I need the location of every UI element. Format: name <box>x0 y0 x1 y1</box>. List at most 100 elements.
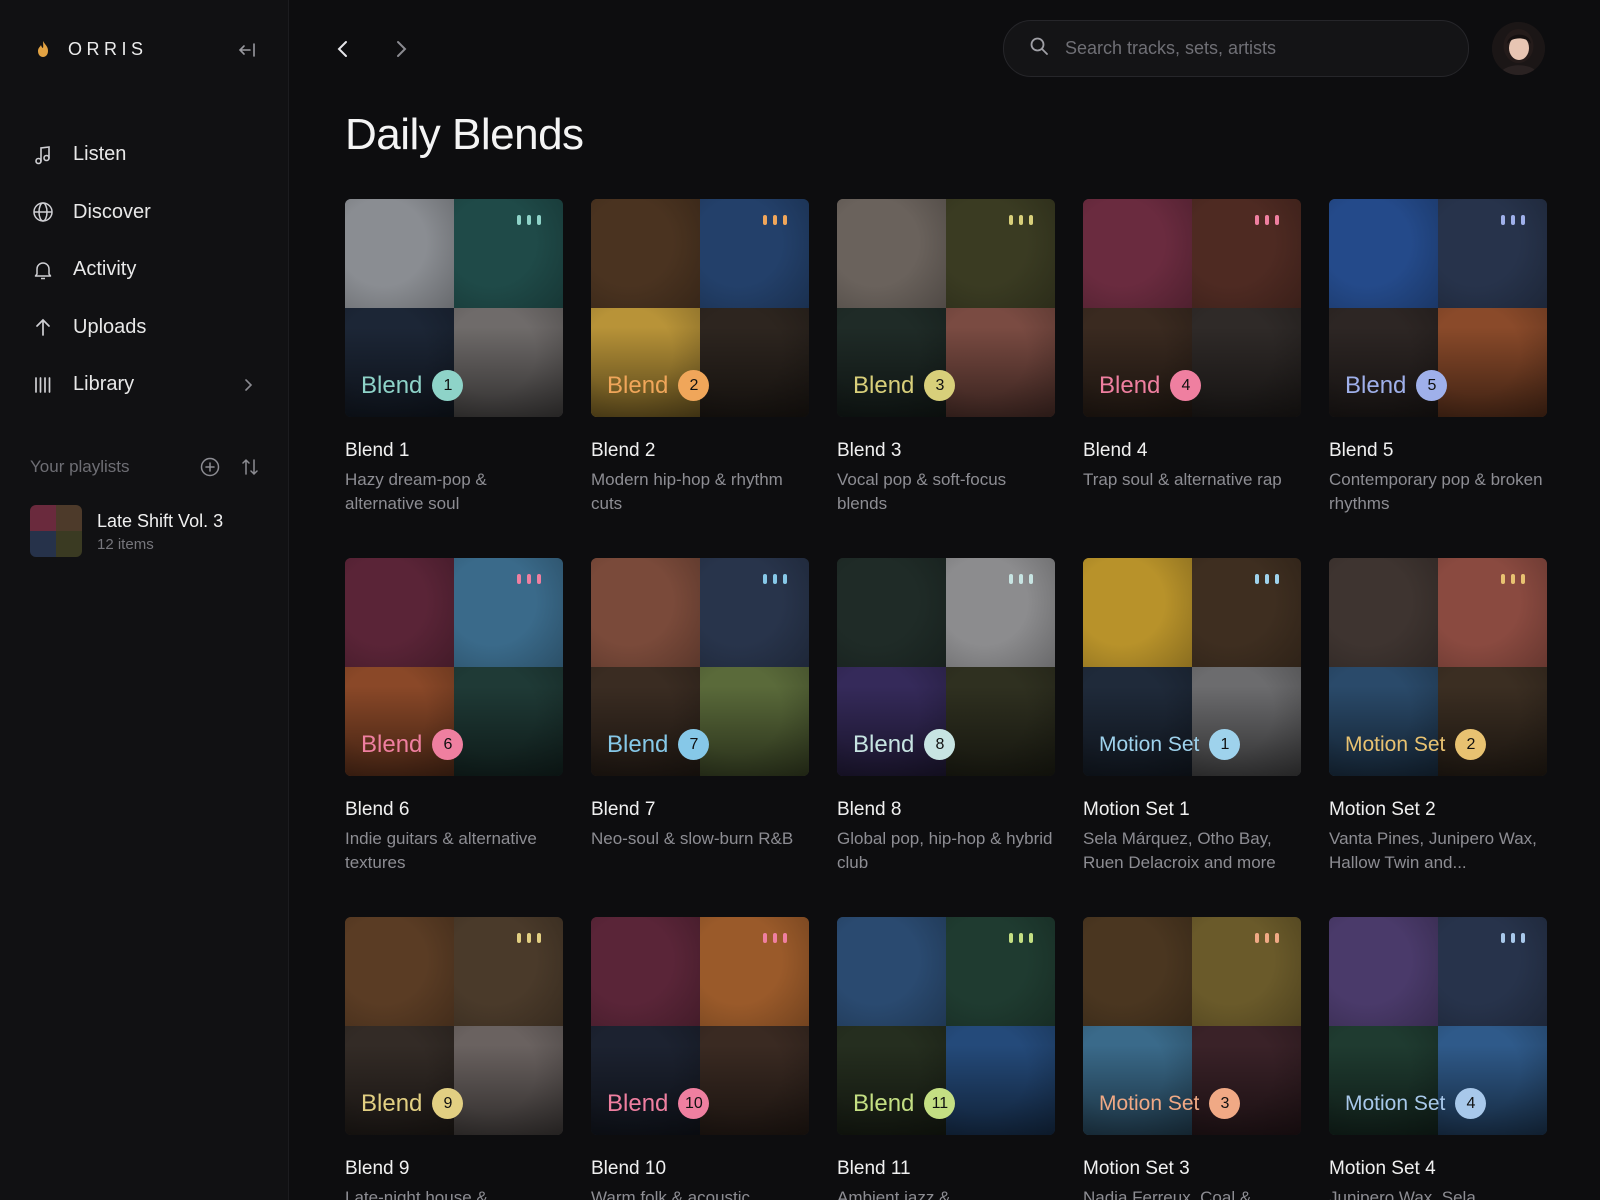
cover-art: Blend 5 <box>1329 199 1547 417</box>
cover-art-tile <box>591 917 700 1026</box>
cover-art-tile <box>837 199 946 308</box>
card-title: Blend 5 <box>1329 440 1394 461</box>
blend-card[interactable]: Blend 2 Blend 2 Modern hip-hop & rhythm cut… <box>591 199 809 516</box>
more-options-icon[interactable] <box>517 572 547 586</box>
blend-card[interactable]: Blend 6 Blend 6 Indie guitars & alternative… <box>345 558 563 875</box>
more-options-icon[interactable] <box>1255 572 1285 586</box>
cover-label: Motion Set 1 <box>1099 729 1241 760</box>
page-title: Daily Blends <box>345 110 584 159</box>
cover-label: Blend 3 <box>853 370 956 401</box>
number-badge: 4 <box>1455 1088 1487 1119</box>
cover-label: Blend 2 <box>607 370 710 401</box>
blend-card[interactable]: Blend 7 Blend 7 Neo-soul & slow-burn R&B <box>591 558 809 851</box>
motion-set-card[interactable]: Motion Set 3 Motion Set 3 Nadia Ferreux, Co… <box>1083 917 1301 1200</box>
blend-card[interactable]: Blend 3 Blend 3 Vocal pop & soft-focus blen… <box>837 199 1055 516</box>
cover-art: Blend 11 <box>837 917 1055 1135</box>
search-input[interactable] <box>1065 38 1445 59</box>
playlist-count: 12 items <box>97 535 154 553</box>
more-options-icon[interactable] <box>517 213 547 227</box>
blend-card[interactable]: Blend 11 Blend 11 Ambient jazz & <box>837 917 1055 1200</box>
playlists-title: Your playlists <box>30 457 130 476</box>
sidebar-item-activity[interactable]: Activity <box>30 241 262 299</box>
blend-card[interactable]: Blend 4 Blend 4 Trap soul & alternative rap <box>1083 199 1301 492</box>
more-options-icon[interactable] <box>517 931 547 945</box>
cover-art-tile <box>1083 917 1192 1026</box>
card-title: Blend 7 <box>591 799 656 820</box>
sidebar-item-discover[interactable]: Discover <box>30 184 262 242</box>
blend-card[interactable]: Blend 9 Blend 9 Late-night house & <box>345 917 563 1200</box>
cover-word: Blend <box>607 371 669 399</box>
cover-label: Motion Set 4 <box>1345 1088 1487 1119</box>
avatar[interactable] <box>1492 22 1545 75</box>
more-options-icon[interactable] <box>1009 572 1039 586</box>
cover-art-tile <box>1083 199 1192 308</box>
cover-word: Motion Set <box>1345 732 1446 756</box>
cover-word: Motion Set <box>1099 1091 1200 1115</box>
sidebar-item-library[interactable]: Library <box>30 356 262 414</box>
motion-set-card[interactable]: Motion Set 2 Motion Set 2 Vanta Pines, Juni… <box>1329 558 1547 875</box>
cover-art: Blend 8 <box>837 558 1055 776</box>
cover-label: Blend 5 <box>1345 370 1448 401</box>
card-description: Modern hip-hop & rhythm cuts <box>591 470 783 513</box>
card-title: Blend 10 <box>591 1158 667 1179</box>
card-title: Blend 8 <box>837 799 902 820</box>
cover-art: Blend 2 <box>591 199 809 417</box>
cover-art-tile <box>837 917 946 1026</box>
more-options-icon[interactable] <box>1255 213 1285 227</box>
more-options-icon[interactable] <box>1501 572 1531 586</box>
motion-set-card[interactable]: Motion Set 1 Motion Set 1 Sela Márquez, Oth… <box>1083 558 1301 875</box>
cover-word: Blend <box>361 1089 423 1117</box>
blend-card[interactable]: Blend 5 Blend 5 Contemporary pop & broken r… <box>1329 199 1547 516</box>
sidebar-item-uploads[interactable]: Uploads <box>30 299 262 357</box>
collapse-sidebar-icon[interactable] <box>234 37 260 63</box>
more-options-icon[interactable] <box>1501 931 1531 945</box>
add-playlist-icon[interactable] <box>198 455 222 479</box>
cover-art: Blend 10 <box>591 917 809 1135</box>
number-badge: 4 <box>1170 370 1202 401</box>
search-bar[interactable] <box>1003 20 1469 77</box>
number-badge: 8 <box>924 729 956 760</box>
more-options-icon[interactable] <box>1255 931 1285 945</box>
card-description: Vanta Pines, Junipero Wax, Hallow Twin a… <box>1329 829 1537 872</box>
more-options-icon[interactable] <box>1009 931 1039 945</box>
logo[interactable]: ORRIS <box>30 36 260 62</box>
card-title: Motion Set 2 <box>1329 799 1436 820</box>
cover-art: Motion Set 4 <box>1329 917 1547 1135</box>
more-options-icon[interactable] <box>763 931 793 945</box>
card-title: Blend 1 <box>345 440 410 461</box>
cover-word: Motion Set <box>1099 732 1200 756</box>
sidebar-item-label: Listen <box>73 143 127 166</box>
sidebar-item-label: Discover <box>73 200 151 223</box>
cover-label: Blend 1 <box>361 370 464 401</box>
sort-icon[interactable] <box>238 455 262 479</box>
card-description: Indie guitars & alternative textures <box>345 829 537 872</box>
card-description: Contemporary pop & broken rhythms <box>1329 470 1543 513</box>
number-badge: 3 <box>1209 1088 1241 1119</box>
card-title: Blend 11 <box>837 1158 911 1179</box>
playlist-item[interactable]: Late Shift Vol. 3 12 items <box>30 505 262 557</box>
card-description: Vocal pop & soft-focus blends <box>837 470 1007 513</box>
cover-label: Blend 4 <box>1099 370 1202 401</box>
more-options-icon[interactable] <box>1501 213 1531 227</box>
sidebar-item-listen[interactable]: Listen <box>30 126 262 184</box>
card-title: Blend 3 <box>837 440 902 461</box>
blend-card[interactable]: Blend 10 Blend 10 Warm folk & acoustic <box>591 917 809 1200</box>
cover-art-tile <box>345 558 454 667</box>
number-badge: 11 <box>924 1088 956 1119</box>
cover-label: Blend 9 <box>361 1088 464 1119</box>
blend-card[interactable]: Blend 8 Blend 8 Global pop, hip-hop & hybri… <box>837 558 1055 875</box>
cover-art: Blend 7 <box>591 558 809 776</box>
blend-card[interactable]: Blend 1 Blend 1 Hazy dream-pop & alternativ… <box>345 199 563 516</box>
cover-word: Blend <box>1099 371 1161 399</box>
cover-art-tile <box>345 917 454 1026</box>
more-options-icon[interactable] <box>1009 213 1039 227</box>
card-description: Ambient jazz & <box>837 1188 951 1200</box>
number-badge: 2 <box>678 370 710 401</box>
forward-arrow-icon[interactable] <box>388 36 414 62</box>
card-title: Motion Set 1 <box>1083 799 1190 820</box>
more-options-icon[interactable] <box>763 572 793 586</box>
motion-set-card[interactable]: Motion Set 4 Motion Set 4 Junipero Wax, Sel… <box>1329 917 1547 1200</box>
back-arrow-icon[interactable] <box>330 36 356 62</box>
more-options-icon[interactable] <box>763 213 793 227</box>
cover-label: Motion Set 3 <box>1099 1088 1241 1119</box>
